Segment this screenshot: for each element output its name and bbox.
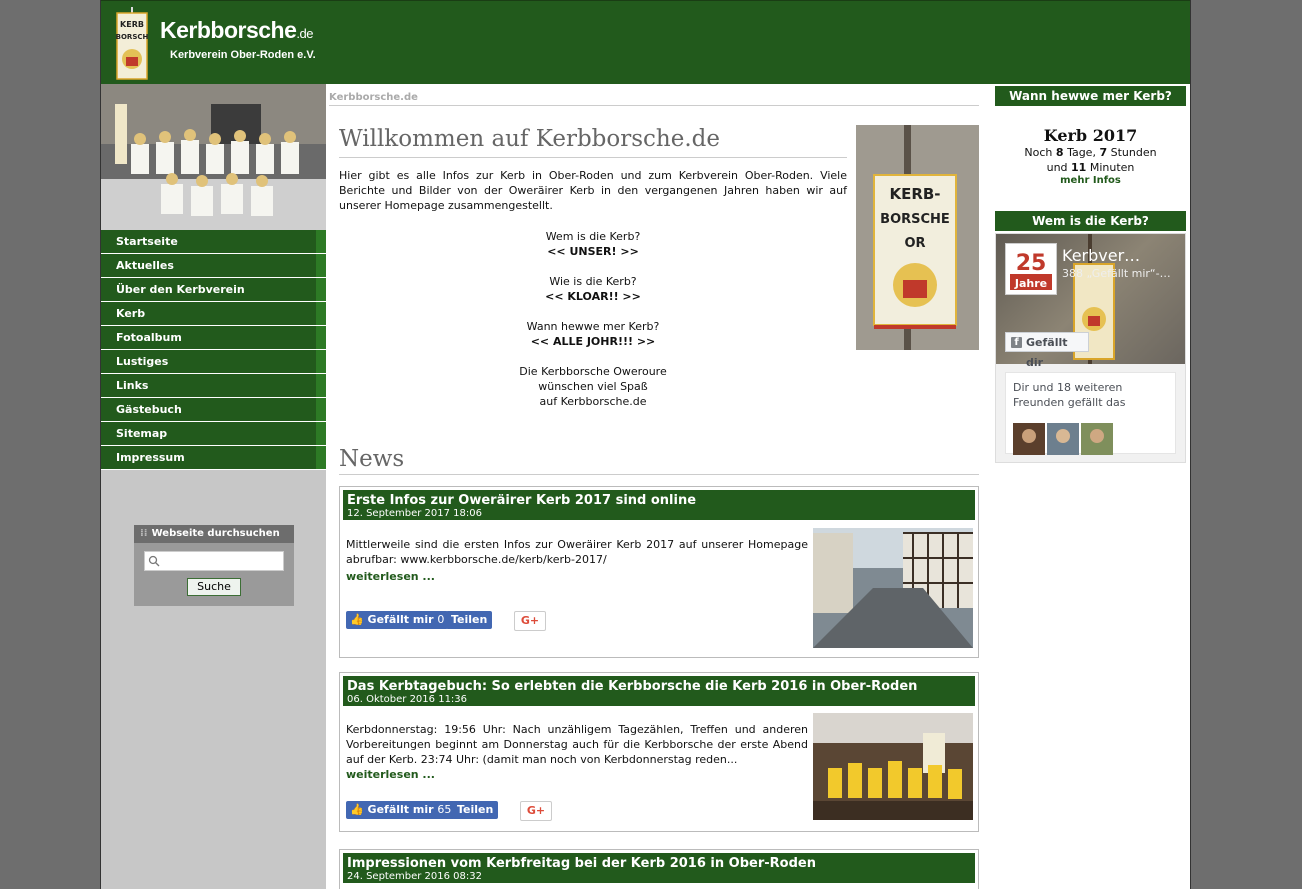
svg-text:25: 25: [1016, 251, 1047, 276]
facebook-share-button[interactable]: Teilen: [452, 801, 499, 819]
nav-item-startseite[interactable]: Startseite: [101, 230, 326, 254]
read-more-link[interactable]: weiterlesen ...: [346, 768, 435, 781]
news-card-header: Impressionen vom Kerbfreitag bei der Ker…: [343, 853, 975, 883]
svg-text:OR: OR: [904, 236, 925, 251]
svg-text:KERB-: KERB-: [889, 185, 940, 203]
read-more-link[interactable]: weiterlesen ...: [346, 570, 435, 583]
site-subtitle: Kerbverein Ober-Roden e.V.: [170, 49, 316, 61]
kerb-flag-logo[interactable]: KERB BORSCH: [115, 7, 149, 81]
facebook-page-name[interactable]: Kerbver…: [1062, 246, 1140, 265]
search-heading: ⁞⁞ Webseite durchsuchen: [134, 525, 294, 543]
group-photo: [101, 84, 326, 230]
nav-item-sitemap[interactable]: Sitemap: [101, 422, 326, 446]
news-date: 12. September 2017 18:06: [347, 508, 482, 519]
news-divider: [339, 474, 979, 475]
facebook-cover-image[interactable]: 25 Jahre Kerbver… 388 „Gefällt mir“-… f …: [996, 234, 1185, 369]
facebook-page-avatar[interactable]: 25 Jahre: [1005, 243, 1057, 295]
closing-line-1: Die Kerbborsche Oweroure: [519, 365, 667, 378]
facebook-share-button[interactable]: Teilen: [446, 611, 493, 629]
motto-a1: << UNSER! >>: [547, 245, 639, 258]
thumbs-up-icon: 👍: [350, 803, 364, 816]
site-title-tld: .de: [296, 26, 313, 41]
facebook-heading: Wem is die Kerb?: [995, 211, 1186, 231]
thumbs-up-icon: 👍: [350, 613, 364, 626]
news-date: 06. Oktober 2016 11:36: [347, 694, 468, 705]
nav-item-fotoalbum[interactable]: Fotoalbum: [101, 326, 326, 350]
nav-item-lustiges[interactable]: Lustiges: [101, 350, 326, 374]
news-date: 24. September 2016 08:32: [347, 871, 482, 882]
drag-dots-icon: ⁞⁞: [140, 528, 148, 539]
facebook-page-like-button[interactable]: f Gefällt dir: [1005, 332, 1089, 369]
svg-text:BORSCH: BORSCH: [116, 33, 149, 41]
news-heading: News: [339, 446, 405, 472]
news-card: Impressionen vom Kerbfreitag bei der Ker…: [339, 849, 979, 889]
search-box: ⁞⁞ Webseite durchsuchen Suche: [134, 525, 294, 606]
news-card-header: Erste Infos zur Oweräirer Kerb 2017 sind…: [343, 490, 975, 520]
news-image-group[interactable]: [813, 713, 973, 820]
site-title[interactable]: Kerbborsche.de: [160, 17, 313, 44]
news-card-header: Das Kerbtagebuch: So erlebten die Kerbbo…: [343, 676, 975, 706]
nav-item-impressum[interactable]: Impressum: [101, 446, 326, 470]
like-count: 65: [437, 803, 452, 816]
right-column: Wann hewwe mer Kerb? Kerb 2017 Noch 8 Ta…: [995, 86, 1186, 463]
countdown-heading: Wann hewwe mer Kerb?: [995, 86, 1186, 106]
closing-line-2: wünschen viel Spaß: [538, 380, 648, 393]
news-title[interactable]: Erste Infos zur Oweräirer Kerb 2017 sind…: [347, 493, 971, 508]
welcome-divider: [339, 157, 847, 158]
friend-avatar[interactable]: [1013, 423, 1045, 455]
kerb-year-title: Kerb 2017: [1043, 126, 1138, 145]
news-title[interactable]: Das Kerbtagebuch: So erlebten die Kerbbo…: [347, 679, 971, 694]
nav-item-aktuelles[interactable]: Aktuelles: [101, 254, 326, 278]
news-title[interactable]: Impressionen vom Kerbfreitag bei der Ker…: [347, 856, 971, 871]
like-count: 0: [437, 613, 445, 626]
nav-item-gaestebuch[interactable]: Gästebuch: [101, 398, 326, 422]
svg-text:Jahre: Jahre: [1014, 277, 1047, 290]
nav-item-links[interactable]: Links: [101, 374, 326, 398]
motto-a2: << KLOAR!! >>: [545, 290, 641, 303]
news-card: Das Kerbtagebuch: So erlebten die Kerbbo…: [339, 672, 979, 832]
news-excerpt: Kerbdonnerstag: 19:56 Uhr: Nach unzählig…: [346, 723, 808, 766]
closing-line-3: auf Kerbborsche.de: [539, 395, 647, 408]
breadcrumb[interactable]: Kerbborsche.de: [329, 92, 979, 106]
search-input[interactable]: [144, 551, 284, 571]
nav-item-kerb[interactable]: Kerb: [101, 302, 326, 326]
motto-q3: Wann hewwe mer Kerb?: [526, 320, 660, 333]
facebook-friends-box: Dir und 18 weiteren Freunden gefällt das: [1005, 372, 1176, 455]
svg-text:BORSCHE: BORSCHE: [880, 212, 950, 227]
welcome-heading: Willkommen auf Kerbborsche.de: [339, 126, 721, 152]
google-plus-button[interactable]: G+: [514, 611, 546, 631]
countdown-minutes: und 11 Minuten: [1046, 161, 1135, 174]
kerb-flag-photo: KERB- BORSCHE OR: [856, 125, 979, 350]
nav-item-ueber-den-kerbverein[interactable]: Über den Kerbverein: [101, 278, 326, 302]
news-card: Erste Infos zur Oweräirer Kerb 2017 sind…: [339, 486, 979, 658]
svg-text:KERB: KERB: [120, 20, 144, 29]
facebook-f-icon: f: [1011, 337, 1022, 348]
friend-avatar[interactable]: [1047, 423, 1079, 455]
facebook-like-button[interactable]: 👍 Gefällt mir 0: [346, 611, 449, 629]
facebook-like-button[interactable]: 👍 Gefällt mir 65: [346, 801, 456, 819]
25-jahre-badge-icon: 25 Jahre: [1010, 251, 1052, 290]
search-icon: [148, 555, 160, 567]
countdown-days-hours: Noch 8 Tage, 7 Stunden: [1024, 146, 1157, 159]
intro-text: Hier gibt es alle Infos zur Kerb in Ober…: [339, 169, 847, 212]
news-image-street[interactable]: [813, 528, 973, 648]
site-header: KERB BORSCH Kerbborsche.de Kerbverein Ob…: [101, 0, 1190, 84]
news-excerpt: Mittlerweile sind die ersten Infos zur O…: [346, 538, 808, 566]
main-content: Kerbborsche.de Willkommen auf Kerbborsch…: [329, 92, 979, 889]
page: KERB BORSCH Kerbborsche.de Kerbverein Ob…: [100, 0, 1191, 889]
kerb-countdown: Kerb 2017 Noch 8 Tage, 7 Stunden und 11 …: [995, 126, 1186, 186]
google-plus-button[interactable]: G+: [520, 801, 552, 821]
friends-like-text: Dir und 18 weiteren Freunden gefällt das: [1013, 381, 1126, 409]
kerb-motto: Wem is die Kerb? << UNSER! >> Wie is die…: [339, 229, 847, 409]
friend-avatar[interactable]: [1081, 423, 1113, 455]
more-info-link[interactable]: mehr Infos: [995, 175, 1186, 186]
main-nav: Startseite Aktuelles Über den Kerbverein…: [101, 230, 326, 470]
left-column: Startseite Aktuelles Über den Kerbverein…: [101, 84, 326, 889]
motto-q2: Wie is die Kerb?: [549, 275, 637, 288]
motto-a3: << ALLE JOHR!!! >>: [530, 335, 656, 348]
facebook-like-count: 388 „Gefällt mir“-…: [1062, 267, 1171, 280]
facebook-page-widget: 25 Jahre Kerbver… 388 „Gefällt mir“-… f …: [995, 233, 1186, 463]
search-button[interactable]: Suche: [187, 578, 241, 596]
motto-q1: Wem is die Kerb?: [545, 230, 641, 243]
